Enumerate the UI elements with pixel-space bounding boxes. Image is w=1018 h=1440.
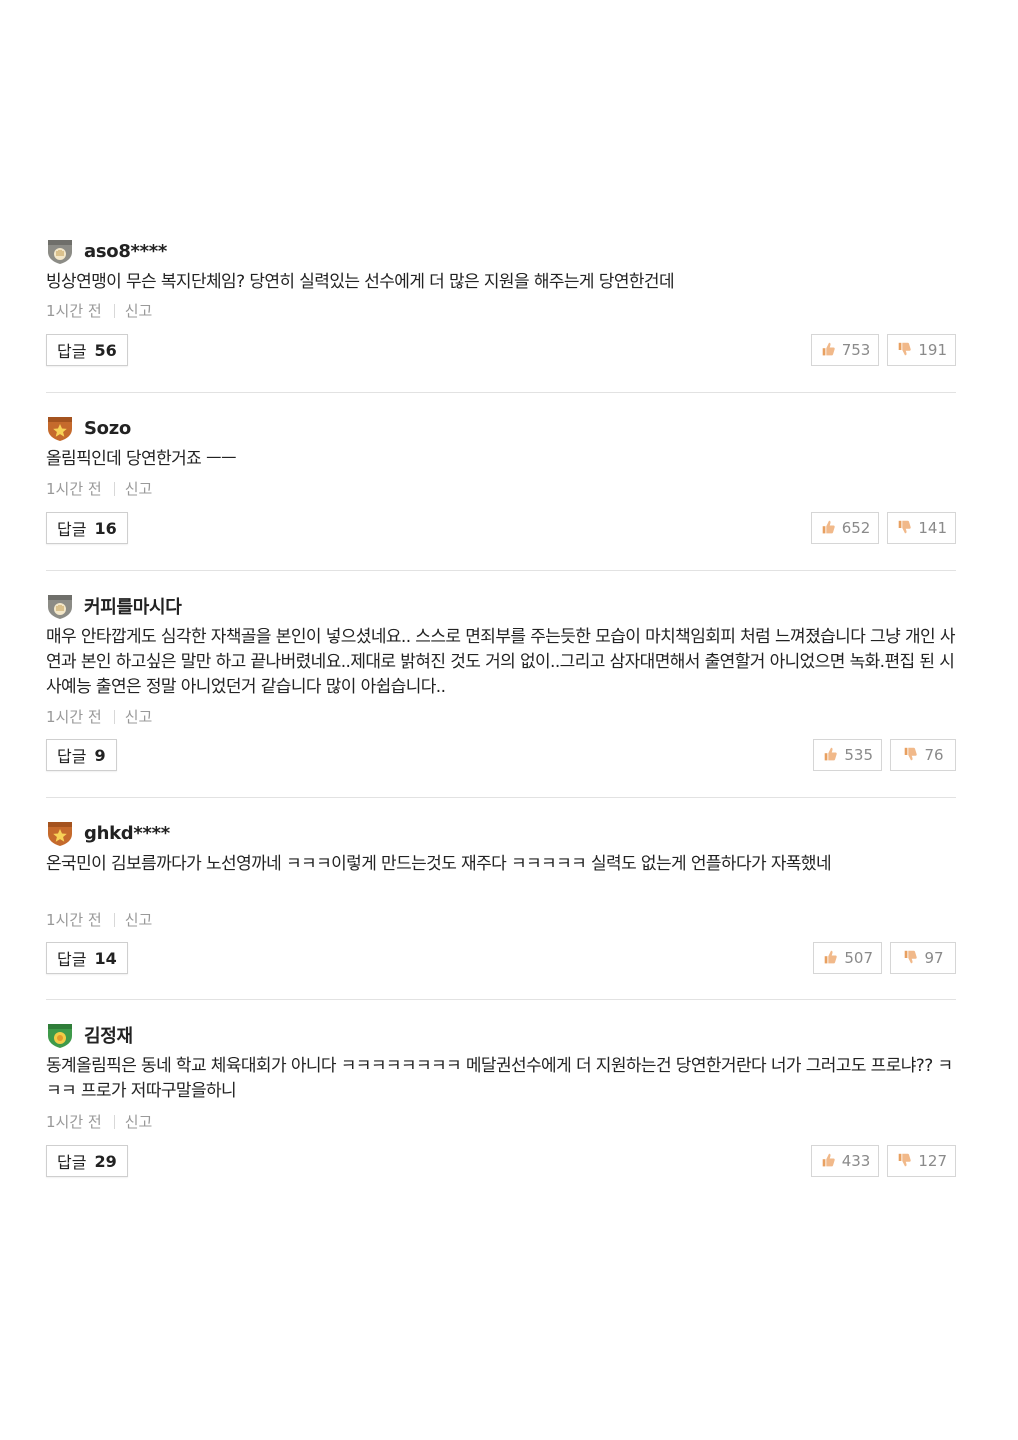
comment-time: 1시간 전 (46, 911, 102, 929)
reply-button[interactable]: 답글 9 (46, 739, 117, 771)
like-count: 535 (844, 746, 873, 764)
reply-count: 29 (94, 1151, 117, 1171)
reply-label: 답글 (57, 950, 87, 969)
meta-divider (113, 912, 115, 927)
comment-header: ghkd**** (46, 818, 170, 848)
author-nickname[interactable]: 김정재 (84, 1022, 133, 1048)
reply-button[interactable]: 답글 14 (46, 942, 128, 974)
dislike-count: 76 (924, 746, 944, 764)
reply-count: 9 (94, 745, 106, 765)
vote-buttons: 753 191 (810, 334, 956, 366)
comment-item: Sozo 올림픽인데 당연한거죠 ㅡㅡ 1시간 전 신고 답글 16 652 1… (46, 393, 956, 571)
comment-meta: 1시간 전 신고 (46, 300, 152, 321)
thumbs-up-icon (822, 1153, 835, 1167)
author-nickname[interactable]: ghkd**** (84, 823, 170, 844)
meta-divider (113, 1114, 115, 1129)
dislike-count: 191 (918, 341, 947, 359)
vote-buttons: 535 76 (813, 739, 956, 771)
comment-text: 빙상연맹이 무슨 복지단체임? 당연히 실력있는 선수에게 더 많은 지원을 해… (46, 272, 675, 292)
thumbs-down-icon (899, 1153, 912, 1167)
like-button[interactable]: 652 (810, 512, 880, 544)
comment-item: aso8**** 빙상연맹이 무슨 복지단체임? 당연히 실력있는 선수에게 더… (46, 236, 956, 393)
dislike-button[interactable]: 76 (890, 739, 956, 771)
reply-label: 답글 (57, 342, 87, 361)
meta-divider (113, 481, 115, 496)
reply-button[interactable]: 답글 16 (46, 512, 128, 544)
gold-star-badge-icon (46, 414, 74, 442)
comment-meta: 1시간 전 신고 (46, 909, 152, 930)
vote-buttons: 652 141 (810, 512, 956, 544)
comment-time: 1시간 전 (46, 480, 102, 498)
thumbs-up-icon (825, 747, 838, 761)
thumbs-down-icon (905, 950, 918, 964)
comment-header: 커피를마시다 (46, 591, 182, 621)
report-link[interactable]: 신고 (125, 1111, 153, 1132)
comment-item: 커피를마시다 매우 안타깝게도 심각한 자책골을 본인이 넣으셨네요.. 스스로… (46, 571, 956, 798)
reply-button[interactable]: 답글 56 (46, 334, 128, 366)
dislike-count: 127 (918, 1152, 947, 1170)
dislike-button[interactable]: 97 (890, 942, 956, 974)
thumbs-down-icon (899, 520, 912, 534)
report-link[interactable]: 신고 (125, 478, 153, 499)
comment-text: 올림픽인데 당연한거죠 ㅡㅡ (46, 449, 237, 469)
like-button[interactable]: 753 (810, 334, 880, 366)
author-nickname[interactable]: Sozo (84, 418, 131, 439)
like-count: 433 (841, 1152, 871, 1170)
comment-time: 1시간 전 (46, 1113, 102, 1131)
comment-list: aso8**** 빙상연맹이 무슨 복지단체임? 당연히 실력있는 선수에게 더… (46, 236, 956, 1180)
report-link[interactable]: 신고 (125, 909, 153, 930)
comment-header: aso8**** (46, 236, 167, 266)
comment-time: 1시간 전 (46, 708, 102, 726)
silver-hand-badge-icon (46, 592, 74, 620)
dislike-count: 141 (918, 519, 947, 537)
dislike-button[interactable]: 141 (887, 512, 956, 544)
thumbs-up-icon (825, 950, 838, 964)
silver-hand-badge-icon (46, 237, 74, 265)
like-count: 507 (844, 949, 873, 967)
comment-text: 매우 안타깝게도 심각한 자책골을 본인이 넣으셨네요.. 스스로 면죄부를 주… (46, 627, 955, 697)
report-link[interactable]: 신고 (125, 300, 153, 321)
thumbs-up-icon (822, 520, 835, 534)
reply-label: 답글 (57, 1153, 87, 1172)
thumbs-down-icon (905, 747, 918, 761)
gold-star-badge-icon (46, 819, 74, 847)
reply-button[interactable]: 답글 29 (46, 1145, 128, 1177)
comment-header: Sozo (46, 413, 131, 443)
reply-count: 16 (94, 518, 117, 538)
comment-meta: 1시간 전 신고 (46, 706, 152, 727)
comment-time: 1시간 전 (46, 302, 102, 320)
like-button[interactable]: 433 (810, 1145, 880, 1177)
vote-buttons: 507 97 (813, 942, 956, 974)
like-count: 652 (841, 519, 871, 537)
like-button[interactable]: 507 (813, 942, 882, 974)
reply-label: 답글 (57, 747, 87, 766)
thumbs-up-icon (822, 342, 835, 356)
comment-meta: 1시간 전 신고 (46, 1111, 152, 1132)
green-shield-badge-icon (46, 1021, 74, 1049)
author-nickname[interactable]: aso8**** (84, 241, 167, 262)
reply-count: 56 (94, 340, 117, 360)
report-link[interactable]: 신고 (125, 706, 153, 727)
like-button[interactable]: 535 (813, 739, 882, 771)
reply-count: 14 (94, 948, 117, 968)
comment-item: ghkd**** 온국민이 김보름까다가 노선영까네 ㅋㅋㅋ이렇게 만드는것도 … (46, 798, 956, 1000)
dislike-button[interactable]: 127 (887, 1145, 956, 1177)
reply-label: 답글 (57, 520, 87, 539)
comment-item: 김정재 동계올림픽은 동네 학교 체육대회가 아니다 ㅋㅋㅋㅋㅋㅋㅋㅋ 메달권선… (46, 1000, 956, 1180)
meta-divider (113, 709, 115, 724)
author-nickname[interactable]: 커피를마시다 (84, 593, 182, 619)
thumbs-down-icon (899, 342, 912, 356)
comment-header: 김정재 (46, 1020, 133, 1050)
comment-meta: 1시간 전 신고 (46, 478, 152, 499)
dislike-count: 97 (924, 949, 944, 967)
comment-text: 온국민이 김보름까다가 노선영까네 ㅋㅋㅋ이렇게 만드는것도 재주다 ㅋㅋㅋㅋㅋ… (46, 854, 832, 874)
vote-buttons: 433 127 (810, 1145, 956, 1177)
dislike-button[interactable]: 191 (887, 334, 956, 366)
like-count: 753 (841, 341, 871, 359)
meta-divider (113, 303, 115, 318)
comment-text: 동계올림픽은 동네 학교 체육대회가 아니다 ㅋㅋㅋㅋㅋㅋㅋㅋ 메달권선수에게 … (46, 1056, 953, 1101)
